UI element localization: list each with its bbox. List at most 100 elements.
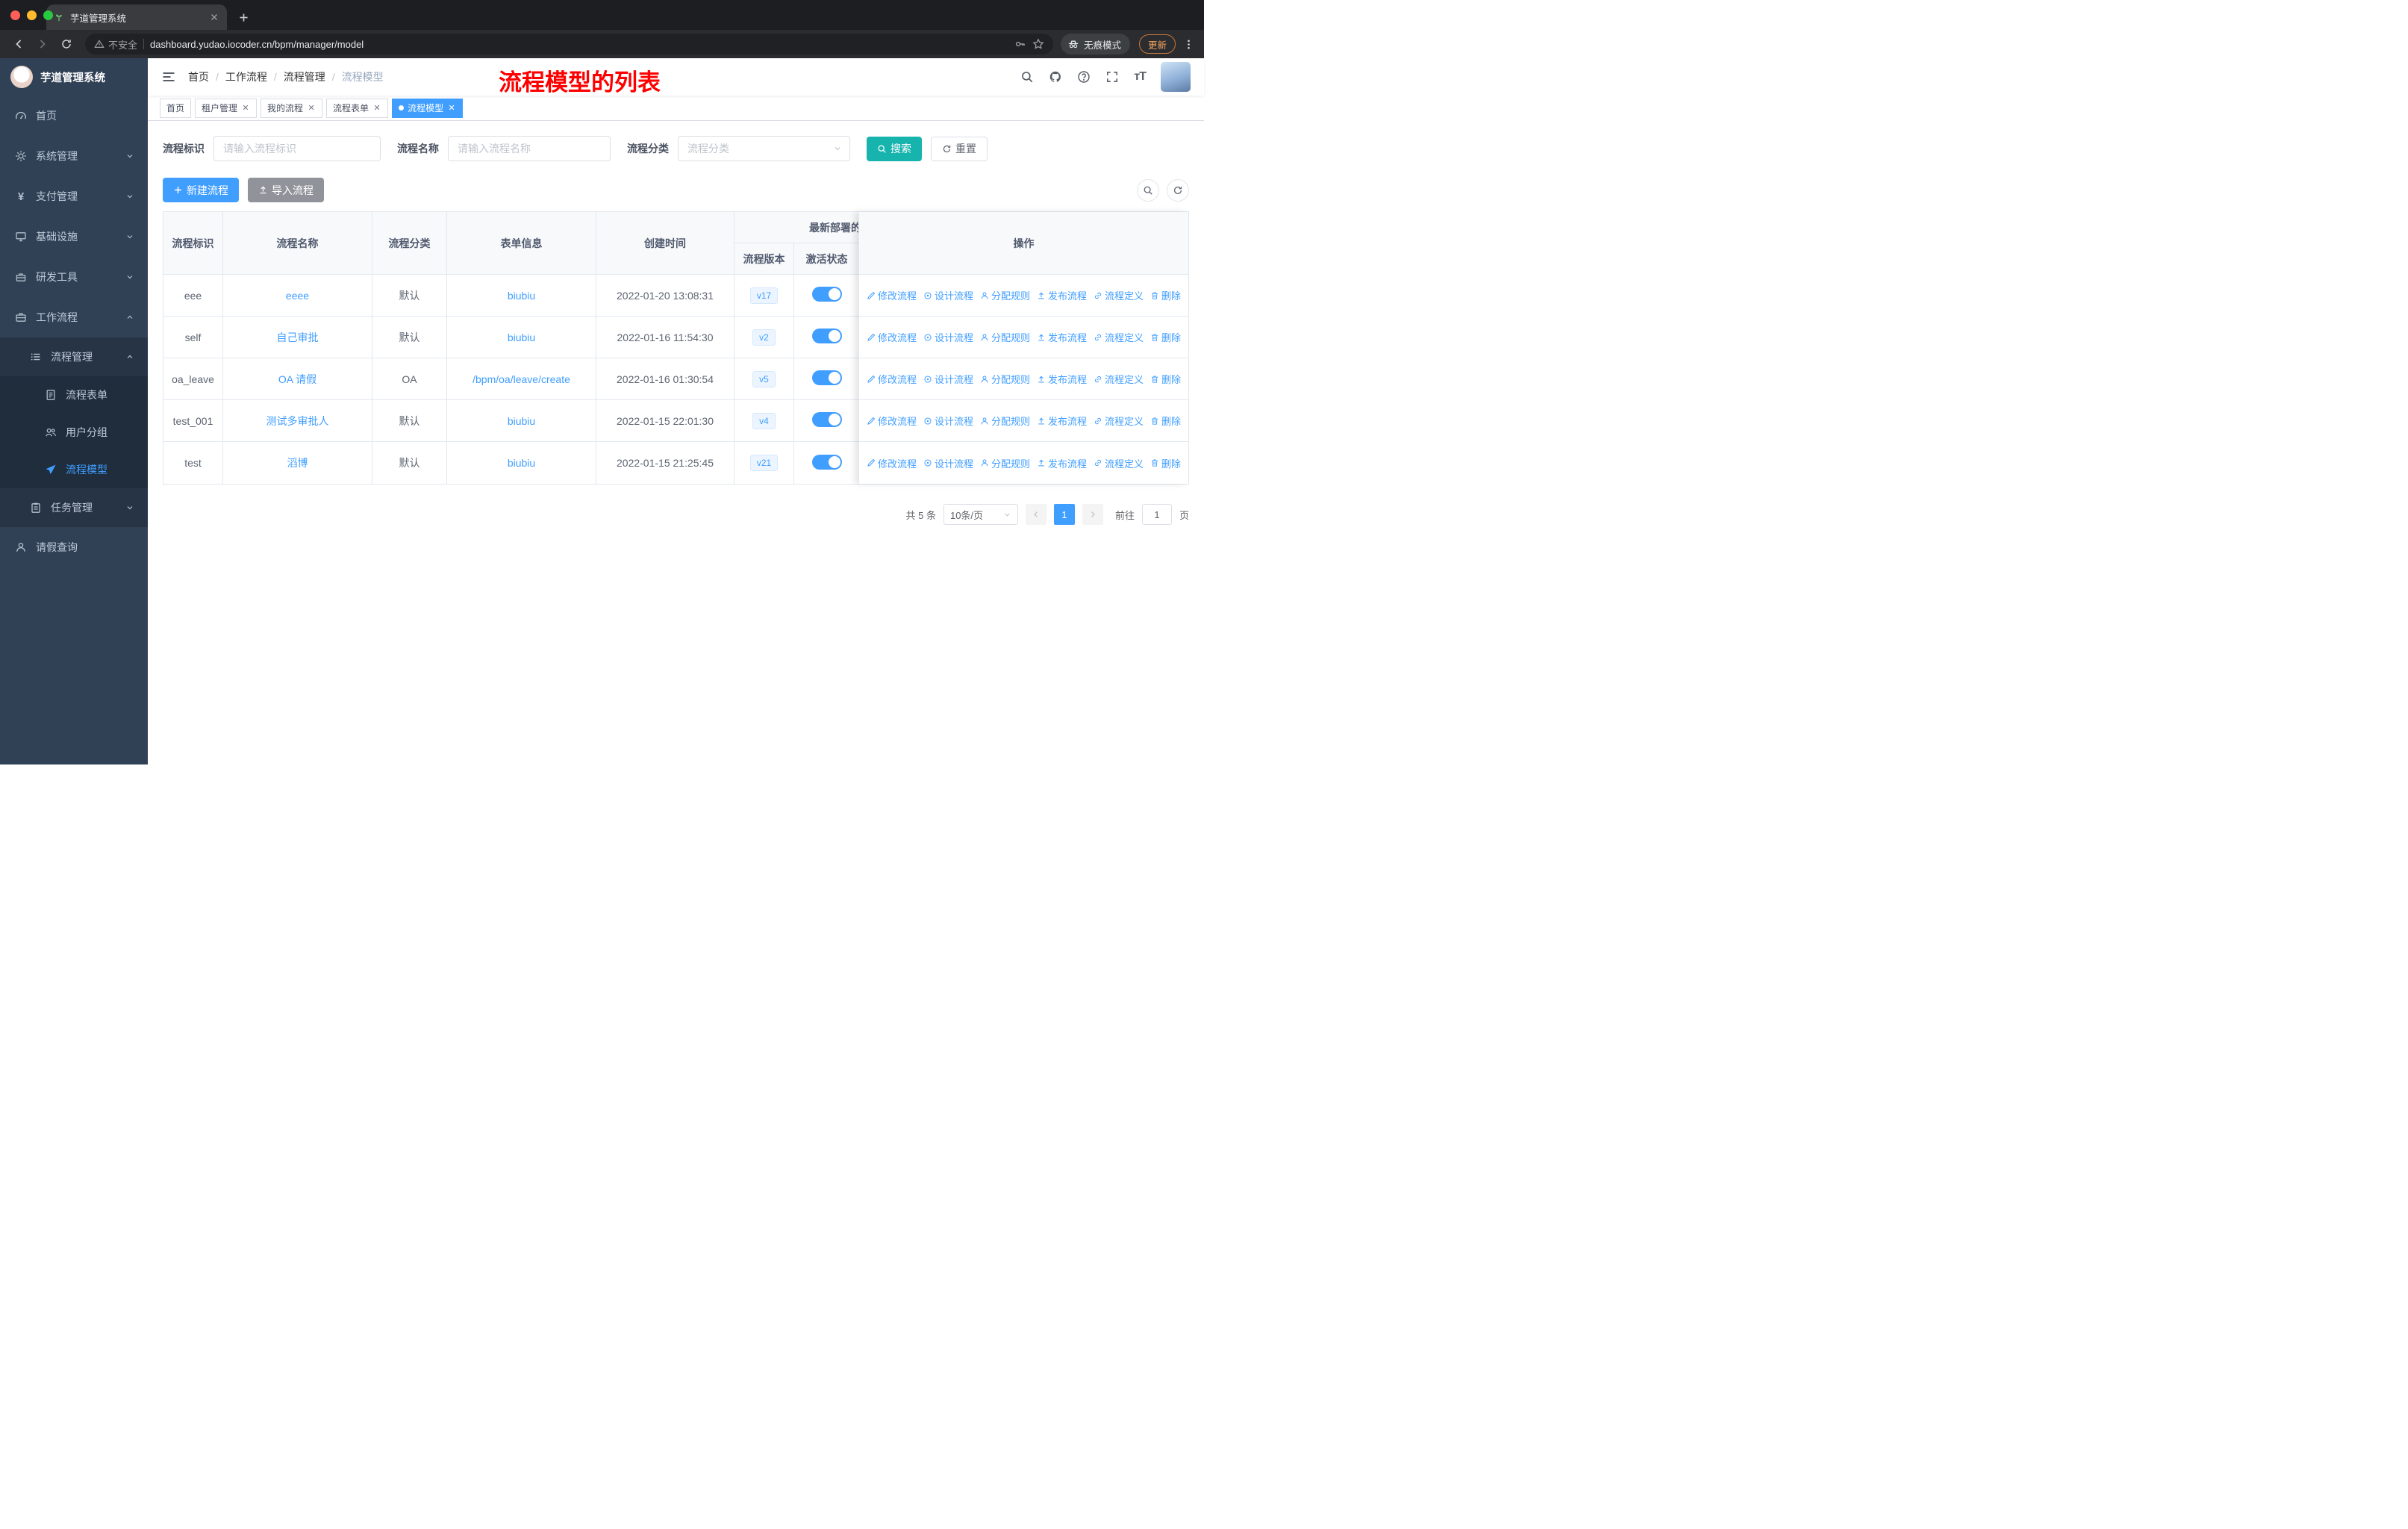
user-avatar[interactable]	[1161, 62, 1191, 92]
tag-process-form[interactable]: 流程表单 ✕	[326, 98, 389, 118]
status-toggle[interactable]	[811, 287, 842, 302]
assign-rule-link[interactable]: 分配规则	[980, 288, 1030, 302]
edit-process-link[interactable]: 修改流程	[867, 288, 917, 302]
design-process-link[interactable]: 设计流程	[923, 456, 973, 470]
sidebar-item-devtools[interactable]: 研发工具	[0, 257, 148, 297]
form-info-link[interactable]: biubiu	[508, 331, 535, 343]
delete-process-link[interactable]: 删除	[1150, 414, 1181, 428]
form-info-link[interactable]: biubiu	[508, 457, 535, 469]
fullscreen-icon[interactable]	[1105, 70, 1119, 84]
assign-rule-link[interactable]: 分配规则	[980, 456, 1030, 470]
bookmark-star-icon[interactable]	[1032, 38, 1044, 50]
github-icon[interactable]	[1049, 70, 1062, 84]
reset-button[interactable]: 重置	[931, 136, 988, 161]
design-process-link[interactable]: 设计流程	[923, 414, 973, 428]
search-button[interactable]: 搜索	[867, 136, 922, 161]
process-name-link[interactable]: eeee	[286, 290, 309, 302]
process-id-input[interactable]	[213, 136, 381, 161]
sidebar-item-leave-query[interactable]: 请假查询	[0, 527, 148, 567]
process-category-select[interactable]: 流程分类	[678, 136, 850, 161]
edit-process-link[interactable]: 修改流程	[867, 330, 917, 344]
assign-rule-link[interactable]: 分配规则	[980, 330, 1030, 344]
page-number-button[interactable]: 1	[1053, 504, 1075, 525]
process-name-link[interactable]: OA 请假	[278, 373, 316, 385]
process-name-link[interactable]: 测试多审批人	[266, 415, 329, 427]
sidebar-item-workflow[interactable]: 工作流程	[0, 297, 148, 337]
publish-process-link[interactable]: 发布流程	[1037, 456, 1087, 470]
tag-tenant[interactable]: 租户管理 ✕	[195, 98, 258, 118]
edit-process-link[interactable]: 修改流程	[867, 456, 917, 470]
design-process-link[interactable]: 设计流程	[923, 288, 973, 302]
maximize-window-button[interactable]	[43, 10, 53, 20]
process-name-link[interactable]: 自己审批	[277, 331, 319, 343]
tag-home[interactable]: 首页	[160, 98, 192, 118]
prev-page-button[interactable]	[1025, 504, 1047, 525]
edit-process-link[interactable]: 修改流程	[867, 414, 917, 428]
close-window-button[interactable]	[10, 10, 20, 20]
back-button[interactable]	[7, 33, 30, 55]
status-toggle[interactable]	[811, 454, 842, 470]
publish-process-link[interactable]: 发布流程	[1037, 414, 1087, 428]
import-process-button[interactable]: 导入流程	[248, 178, 324, 202]
process-name-input[interactable]	[448, 136, 611, 161]
security-indicator[interactable]: 不安全	[94, 37, 137, 52]
page-size-select[interactable]: 10条/页	[943, 504, 1018, 525]
process-definition-link[interactable]: 流程定义	[1094, 372, 1144, 386]
browser-menu-button[interactable]	[1180, 36, 1197, 52]
publish-process-link[interactable]: 发布流程	[1037, 288, 1087, 302]
delete-process-link[interactable]: 删除	[1150, 330, 1181, 344]
process-definition-link[interactable]: 流程定义	[1094, 330, 1144, 344]
font-size-icon[interactable]: тT	[1134, 70, 1147, 84]
form-info-link[interactable]: biubiu	[508, 415, 535, 427]
tag-close-icon[interactable]: ✕	[447, 103, 456, 113]
search-icon[interactable]	[1020, 70, 1034, 84]
refresh-table-button[interactable]	[1167, 178, 1189, 202]
toggle-search-button[interactable]	[1137, 178, 1159, 202]
tag-process-model[interactable]: 流程模型 ✕	[392, 98, 464, 118]
delete-process-link[interactable]: 删除	[1150, 372, 1181, 386]
browser-update-button[interactable]: 更新	[1138, 34, 1176, 54]
delete-process-link[interactable]: 删除	[1150, 456, 1181, 470]
forward-button[interactable]	[31, 33, 54, 55]
sidebar-item-infrastructure[interactable]: 基础设施	[0, 217, 148, 257]
tag-close-icon[interactable]: ✕	[241, 103, 250, 113]
next-page-button[interactable]	[1082, 504, 1103, 525]
breadcrumb-home[interactable]: 首页	[188, 69, 209, 84]
goto-page-input[interactable]	[1141, 504, 1172, 525]
sidebar-item-payment[interactable]: ¥ 支付管理	[0, 176, 148, 217]
process-definition-link[interactable]: 流程定义	[1094, 456, 1144, 470]
address-bar[interactable]: 不安全 dashboard.yudao.iocoder.cn/bpm/manag…	[85, 34, 1053, 55]
delete-process-link[interactable]: 删除	[1150, 288, 1181, 302]
sidebar-item-user-group[interactable]: 用户分组	[0, 414, 148, 451]
minimize-window-button[interactable]	[27, 10, 37, 20]
sidebar-item-process-model[interactable]: 流程模型	[0, 451, 148, 488]
tag-close-icon[interactable]: ✕	[307, 103, 316, 113]
password-key-icon[interactable]	[1014, 38, 1026, 50]
sidebar-item-process-management[interactable]: 流程管理	[0, 337, 148, 376]
create-process-button[interactable]: 新建流程	[163, 178, 239, 202]
assign-rule-link[interactable]: 分配规则	[980, 372, 1030, 386]
process-definition-link[interactable]: 流程定义	[1094, 414, 1144, 428]
process-name-link[interactable]: 滔博	[287, 457, 308, 469]
new-tab-button[interactable]	[233, 7, 254, 28]
browser-tab[interactable]: 芋道管理系统	[46, 4, 227, 30]
tag-my-process[interactable]: 我的流程 ✕	[261, 98, 323, 118]
publish-process-link[interactable]: 发布流程	[1037, 330, 1087, 344]
design-process-link[interactable]: 设计流程	[923, 372, 973, 386]
form-info-link[interactable]: /bpm/oa/leave/create	[472, 373, 570, 385]
edit-process-link[interactable]: 修改流程	[867, 372, 917, 386]
hamburger-icon[interactable]	[161, 69, 176, 84]
publish-process-link[interactable]: 发布流程	[1037, 372, 1087, 386]
sidebar-item-home[interactable]: 首页	[0, 96, 148, 136]
assign-rule-link[interactable]: 分配规则	[980, 414, 1030, 428]
form-info-link[interactable]: biubiu	[508, 290, 535, 302]
breadcrumb-process-management[interactable]: 流程管理	[284, 69, 325, 84]
breadcrumb-workflow[interactable]: 工作流程	[225, 69, 267, 84]
tab-close-icon[interactable]	[209, 12, 219, 22]
sidebar-item-system[interactable]: 系统管理	[0, 136, 148, 176]
reload-button[interactable]	[55, 33, 78, 55]
status-toggle[interactable]	[811, 370, 842, 385]
status-toggle[interactable]	[811, 412, 842, 427]
help-icon[interactable]	[1077, 70, 1091, 84]
status-toggle[interactable]	[811, 328, 842, 343]
